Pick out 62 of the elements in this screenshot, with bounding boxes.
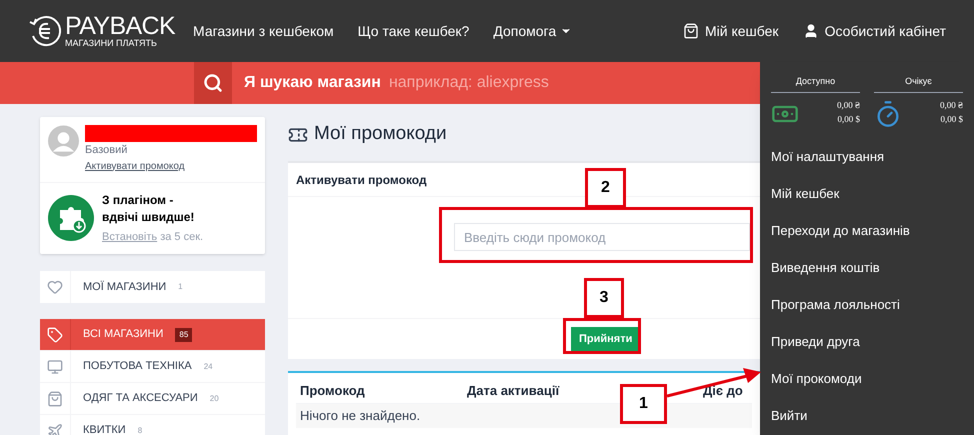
category-count: 8 [138, 424, 142, 435]
category-item[interactable]: ОДЯГ ТА АКСЕСУАРИ 20 [40, 383, 265, 415]
plugin-promo-text: З плагіном - вдвічі швидше! [102, 192, 196, 226]
menu-item[interactable]: Мої прокомоди [760, 360, 974, 397]
category-item[interactable]: ВСІ МАГАЗИНИ 85 [40, 319, 265, 351]
search-field[interactable]: наприклад: aliexpress [388, 62, 760, 104]
category-label: ВСІ МАГАЗИНИ [83, 327, 164, 342]
annotation-label: 1 [620, 384, 667, 424]
avatar-icon [48, 125, 79, 157]
monitor-icon [47, 358, 63, 374]
nav-link[interactable]: Особистий кабінет [802, 20, 946, 42]
menu-item[interactable]: Приведи друга [760, 323, 974, 360]
menu-item[interactable]: Мій кешбек [760, 175, 974, 212]
category-count: 20 [210, 392, 219, 404]
empty-message: Нічого не знайдено. [300, 407, 420, 426]
nav-link[interactable]: Магазини з кешбеком [193, 20, 334, 42]
nav-link[interactable]: Мій кешбек [683, 20, 779, 42]
menu-item[interactable]: Виведення коштів [760, 249, 974, 286]
balance-label: Доступно [771, 75, 860, 92]
category-label: ПОБУТОВА ТЕХНІКА [83, 359, 192, 374]
logo-name: PAYBACK [65, 14, 176, 39]
bag-icon [683, 23, 699, 39]
balance-uah: 0,00 ₴ [940, 98, 963, 112]
category-count: 85 [175, 328, 192, 342]
annotation-label: 2 [585, 168, 626, 208]
logo-icon [28, 14, 62, 48]
plugin-install-text: Встановіть за 5 сек. [102, 230, 204, 244]
balance-usd: 0,00 $ [940, 112, 963, 126]
balance-usd: 0,00 $ [838, 112, 860, 126]
column-header: Дата активації [467, 383, 560, 398]
favorites-item[interactable]: МОЇ МАГАЗИНИ 1 [40, 271, 265, 303]
favorites-count: 1 [178, 281, 183, 293]
menu-item[interactable]: Переходи до магазинів [760, 212, 974, 249]
nav-link[interactable]: Допомога [493, 20, 572, 42]
annotation-label: 3 [584, 278, 624, 318]
search-icon [203, 73, 223, 93]
page-title: Мої промокоди [314, 122, 447, 146]
menu-item[interactable]: Мої налаштування [760, 138, 974, 175]
category-item[interactable]: ПОБУТОВА ТЕХНІКА 24 [40, 351, 265, 383]
search-button[interactable] [194, 62, 232, 104]
balance-label: Очікує [874, 75, 963, 92]
search-label: Я шукаю магазин [232, 62, 389, 104]
category-label: ОДЯГ ТА АКСЕСУАРИ [83, 391, 198, 406]
nav-link[interactable]: Що таке кешбек? [358, 20, 470, 42]
tag-icon [47, 326, 63, 342]
card-title: Активувати промокод [296, 172, 427, 188]
activate-promo-link[interactable]: Активувати промокод [85, 158, 257, 174]
menu-item[interactable]: Вийти [760, 397, 974, 434]
promo-code-field[interactable]: Введіть сюди промокод [454, 223, 750, 251]
category-count: 24 [204, 360, 213, 372]
column-header: Промокод [300, 383, 365, 398]
plugin-icon [48, 195, 94, 242]
profile-level: Базовий [85, 143, 128, 158]
heart-icon [47, 279, 63, 295]
favorites-label: МОЇ МАГАЗИНИ [83, 280, 166, 295]
logo-tagline: МАГАЗИНИ ПЛАТЯТЬ [65, 39, 158, 48]
plane-icon [47, 422, 63, 435]
bag-icon [47, 390, 63, 406]
menu-item[interactable]: Програма лояльності [760, 286, 974, 323]
balance-uah: 0,00 ₴ [836, 98, 860, 112]
category-label: КВИТКИ [83, 423, 126, 435]
user-icon [802, 23, 819, 39]
